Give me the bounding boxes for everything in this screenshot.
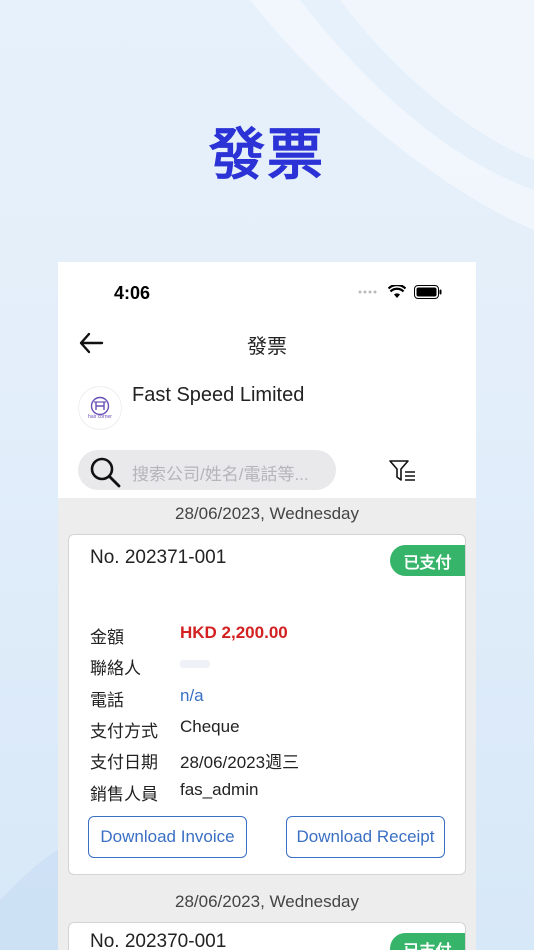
search-icon (90, 457, 121, 488)
contact-label: 聯絡人 (90, 659, 141, 678)
company-logo: hair corner (78, 386, 122, 430)
salesperson-label: 銷售人員 (90, 785, 158, 804)
status-bar: 4:06 (58, 262, 476, 322)
signal-icon (358, 290, 377, 294)
filter-icon (389, 460, 415, 481)
battery-icon (414, 285, 442, 299)
logo-mark-icon (90, 396, 110, 416)
status-badge: 已支付 (390, 545, 465, 576)
invoice-number: No. 202370-001 (90, 931, 227, 950)
nav-title: 發票 (247, 336, 287, 358)
download-receipt-button[interactable]: Download Receipt (286, 816, 445, 858)
phone-value[interactable]: n/a (180, 686, 204, 706)
salesperson-value: fas_admin (180, 780, 259, 799)
phone-screen: 4:06 發票 hair corner Fast Speed Limited 搜… (58, 262, 476, 950)
download-invoice-button[interactable]: Download Invoice (88, 816, 247, 858)
invoice-card[interactable]: No. 202370-001 已支付 (68, 922, 466, 950)
invoice-card[interactable]: No. 202371-001 已支付 金額 HKD 2,200.00 聯絡人 電… (68, 534, 466, 875)
amount-value: HKD 2,200.00 (180, 623, 288, 642)
filter-button[interactable] (388, 458, 418, 484)
amount-label: 金額 (90, 628, 124, 647)
payment-method-label: 支付方式 (90, 722, 158, 741)
company-header: hair corner Fast Speed Limited (58, 382, 476, 432)
search-input[interactable]: 搜索公司/姓名/電話等... (78, 450, 336, 490)
status-badge: 已支付 (390, 933, 465, 950)
payment-method-value: Cheque (180, 717, 240, 736)
invoice-number: No. 202371-001 (90, 547, 227, 568)
nav-bar: 發票 (58, 322, 476, 364)
search-row: 搜索公司/姓名/電話等... (58, 448, 476, 492)
invoice-list: 28/06/2023, Wednesday No. 202371-001 已支付… (58, 498, 476, 950)
contact-value-redacted (180, 660, 210, 668)
logo-text: hair corner (88, 414, 112, 420)
company-name: Fast Speed Limited (132, 384, 305, 406)
date-header: 28/06/2023, Wednesday (175, 892, 359, 911)
date-header: 28/06/2023, Wednesday (175, 504, 359, 523)
phone-label: 電話 (90, 691, 124, 710)
hero-title: 發票 (209, 123, 325, 188)
paid-date-label: 支付日期 (90, 753, 158, 772)
search-placeholder: 搜索公司/姓名/電話等... (132, 465, 309, 484)
status-time: 4:06 (114, 283, 151, 303)
paid-date-value: 28/06/2023週三 (180, 753, 300, 772)
status-icons (358, 285, 442, 299)
wifi-icon (388, 285, 406, 298)
